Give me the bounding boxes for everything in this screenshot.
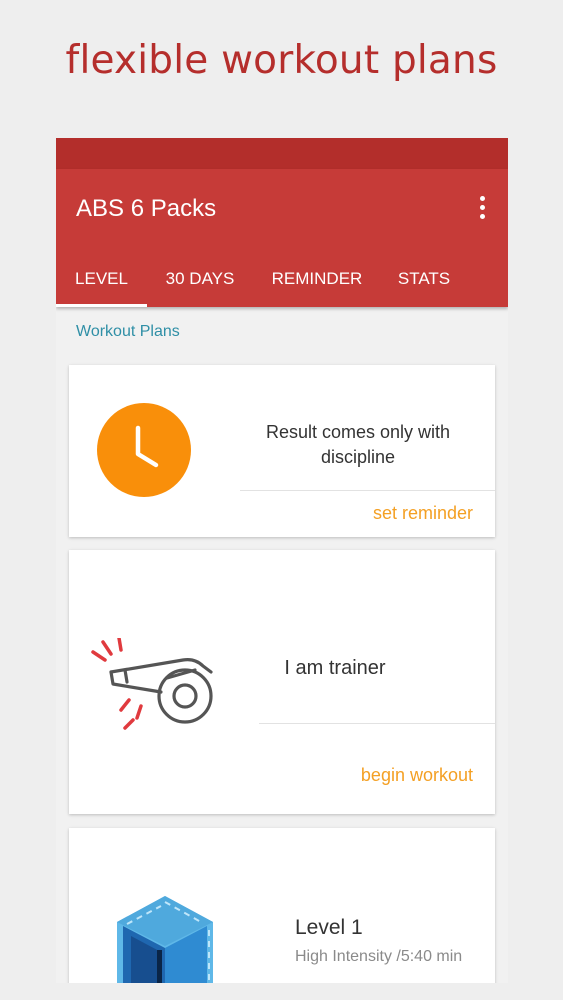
app-bar: ABS 6 Packs LEVEL 30 DAYS REMINDER STATS <box>56 169 508 307</box>
begin-workout-link[interactable]: begin workout <box>361 765 473 786</box>
trainer-card[interactable]: I am trainer begin workout <box>69 550 495 814</box>
status-bar <box>56 138 508 169</box>
tab-level[interactable]: LEVEL <box>56 261 147 307</box>
level-1-card[interactable]: Level 1 High Intensity /5:40 min <box>69 828 495 983</box>
level-title: Level 1 <box>295 916 363 939</box>
app-title: ABS 6 Packs <box>76 195 217 222</box>
clock-icon <box>97 403 191 497</box>
phone-screen: ABS 6 Packs LEVEL 30 DAYS REMINDER STATS… <box>56 138 508 983</box>
card-divider <box>240 490 495 491</box>
tab-30-days[interactable]: 30 DAYS <box>147 261 253 307</box>
tab-stats[interactable]: STATS <box>381 261 467 307</box>
promo-headline: flexible workout plans <box>65 38 498 83</box>
card-divider <box>259 723 495 724</box>
trainer-card-text: I am trainer <box>284 657 386 679</box>
set-reminder-link[interactable]: set reminder <box>373 503 473 524</box>
whistle-icon <box>91 638 213 730</box>
more-vert-icon[interactable] <box>478 196 486 220</box>
reminder-card[interactable]: Result comes only with discipline set re… <box>69 365 495 537</box>
tab-bar: LEVEL 30 DAYS REMINDER STATS <box>56 261 467 307</box>
section-label-workout-plans: Workout Plans <box>76 323 180 340</box>
reminder-card-text: Result comes only with discipline <box>265 422 451 467</box>
tab-reminder[interactable]: REMINDER <box>253 261 381 307</box>
cube-icon <box>117 896 213 983</box>
level-subtitle: High Intensity /5:40 min <box>295 948 463 965</box>
